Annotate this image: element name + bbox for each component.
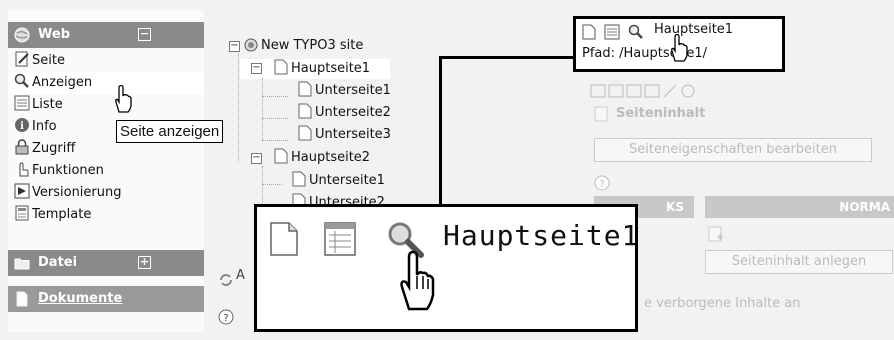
tree-collapse-icon[interactable]: − [251,63,262,74]
tree-node-label: Unterseite1 [315,83,391,98]
tree-node-unterseite1[interactable]: Unterseite1 [292,171,385,191]
tree-footer-label[interactable]: A [236,266,245,286]
menu-item-label: Template [32,207,92,222]
datei-module-label: Datei [38,255,78,270]
hand-cursor-icon [112,84,134,118]
callout-connector [439,56,442,206]
page-icon [298,103,312,126]
globe-icon [14,27,30,47]
menu-item-versionierung[interactable]: Versionierung [14,182,122,204]
tree-collapse-icon[interactable]: − [251,153,262,164]
menu-item-anzeigen[interactable]: Anzeigen [8,72,204,94]
new-content-icon[interactable] [708,226,724,246]
callout-page-title: Hauptseite1 [443,219,640,252]
web-module-label: Web [38,27,70,42]
page-icon [269,221,299,261]
page-icon [298,81,312,104]
menu-item-label: Seite [32,53,65,68]
refresh-icon[interactable] [218,272,234,292]
menu-item-template[interactable]: Template [14,204,91,226]
tree-node-label: Unterseite1 [309,173,385,188]
module-menu: Web − Seite Anzeigen Liste i Info Zugriff… [8,10,204,332]
page-edit-icon [14,51,30,67]
menu-item-label: Info [32,119,57,134]
tree-line [262,184,282,185]
menu-item-label: Funktionen [32,163,104,178]
tree-collapse-icon[interactable]: − [229,41,240,52]
hidden-content-note: e verborgene Inhalte an [644,296,801,311]
tree-node-label: Hauptseite1 [291,61,371,76]
tree-root[interactable]: New TYPO3 site [244,36,363,56]
tree-line [262,96,288,97]
edit-page-properties-button[interactable]: Seiteneigenschaften bearbeiten [594,138,872,162]
list-icon [14,95,30,111]
list-icon [323,221,357,261]
svg-text:?: ? [223,313,228,324]
tree-node-unterseite2[interactable]: Unterseite2 [298,103,391,123]
header-callout-small: Hauptseite1 Pfad: /Hauptseite1/ [573,16,785,72]
page-toolbar-icons[interactable] [590,83,700,103]
menu-item-label: Zugriff [32,141,76,156]
magnifier-icon[interactable] [628,24,644,44]
lock-icon [14,139,30,155]
tree-line [238,50,239,162]
tree-node-label: Unterseite3 [315,127,391,142]
column-header-normal: NORMA [705,196,894,218]
page-icon [298,125,312,148]
tree-node-label: Hauptseite2 [291,150,371,165]
tree-line [262,140,288,141]
svg-text:i: i [20,121,24,132]
dokumente-module[interactable]: Dokumente [8,286,204,312]
hand-cursor-icon [668,33,690,67]
tree-node-hauptseite2[interactable]: Hauptseite2 [274,148,370,168]
hand-cursor-icon [395,249,439,317]
menu-item-liste[interactable]: Liste [14,94,63,116]
collapse-toggle-icon[interactable]: − [138,28,151,41]
globe-icon [244,38,258,59]
menu-item-info[interactable]: i Info [14,116,57,138]
tree-line [262,118,288,119]
tooltip: Seite anzeigen [116,120,224,143]
web-module-header[interactable]: Web − [8,22,204,48]
svg-text:?: ? [599,179,604,190]
menu-item-zugriff[interactable]: Zugriff [14,138,75,160]
help-icon[interactable]: ? [594,175,610,195]
functions-icon [14,161,30,177]
tree-node-unterseite1[interactable]: Unterseite1 [298,81,391,101]
header-callout-zoomed: Hauptseite1 [254,204,638,332]
menu-item-label: Liste [32,97,63,112]
document-icon [14,291,30,311]
menu-item-funktionen[interactable]: Funktionen [14,160,104,182]
page-icon [582,24,596,44]
tree-line [262,78,263,140]
page-icon [274,148,288,171]
list-icon [604,24,620,44]
template-icon [14,205,30,221]
callout-page-title: Hauptseite1 [654,22,734,37]
folder-icon [14,255,30,275]
dokumente-link[interactable]: Dokumente [38,291,122,306]
tree-node-unterseite3[interactable]: Unterseite3 [298,125,391,145]
create-content-button[interactable]: Seiteninhalt anlegen [705,250,893,274]
page-icon [292,171,306,194]
content-page-icon [594,106,608,126]
page-icon [274,59,288,82]
tree-node-hauptseite1[interactable]: Hauptseite1 [274,59,370,79]
magnifier-icon [14,73,30,89]
datei-module-header[interactable]: Datei + [8,250,204,276]
versioning-icon [14,183,30,199]
info-icon: i [14,117,30,133]
tree-node-label: Unterseite2 [315,105,391,120]
expand-toggle-icon[interactable]: + [138,256,151,269]
seiteninhalt-heading: Seiteninhalt [616,106,706,121]
menu-item-label: Versionierung [32,185,122,200]
menu-item-label: Anzeigen [32,75,93,90]
callout-connector [439,56,575,59]
menu-item-seite[interactable]: Seite [14,50,65,72]
tree-root-label: New TYPO3 site [261,38,364,53]
help-icon[interactable]: ? [218,309,234,329]
